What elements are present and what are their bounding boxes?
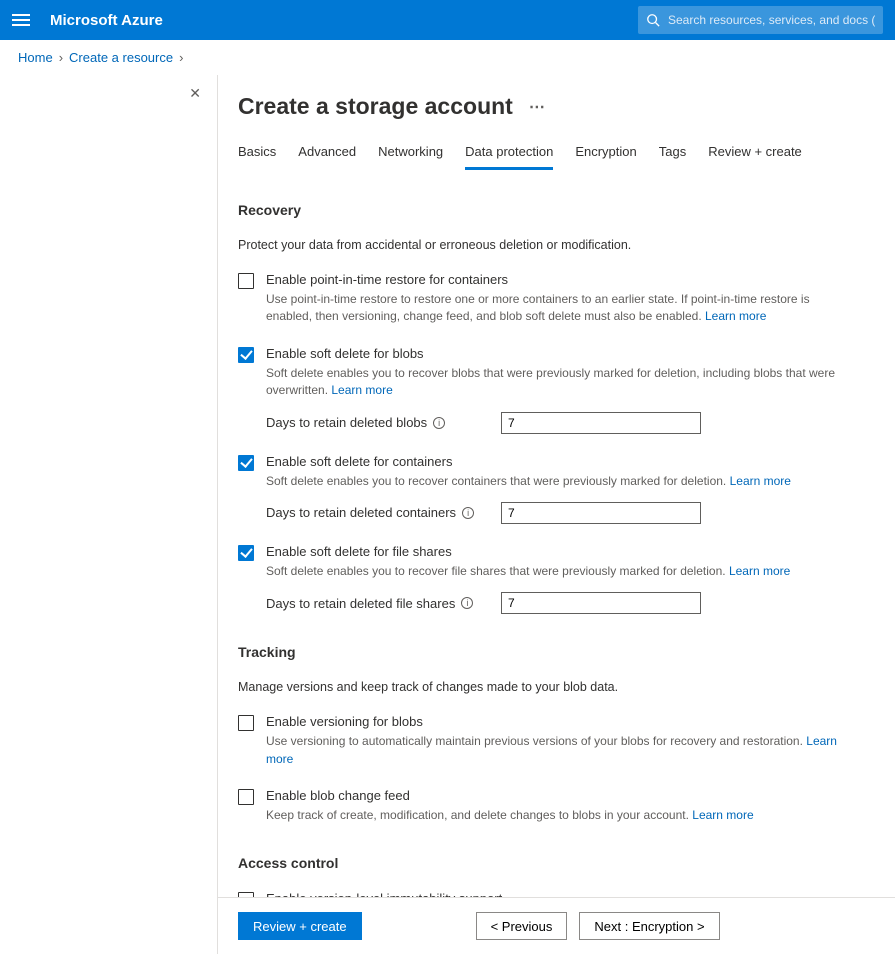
checkbox-versioning[interactable] (238, 715, 254, 731)
desc-versioning: Use versioning to automatically maintain… (266, 733, 858, 768)
breadcrumb-home[interactable]: Home (18, 50, 53, 65)
checkbox-soft-containers[interactable] (238, 455, 254, 471)
input-days-blobs[interactable] (501, 412, 701, 434)
desc-soft-containers-text: Soft delete enables you to recover conta… (266, 474, 726, 488)
label-pitr: Enable point-in-time restore for contain… (266, 272, 858, 287)
breadcrumb: Home › Create a resource › (0, 40, 895, 75)
field-label-blobs: Days to retain deleted blobs i (266, 415, 501, 430)
field-label-files: Days to retain deleted file shares i (266, 596, 501, 611)
tab-review-create[interactable]: Review + create (708, 144, 802, 170)
field-label-containers: Days to retain deleted containers i (266, 505, 501, 520)
label-versioning: Enable versioning for blobs (266, 714, 858, 729)
option-soft-containers: Enable soft delete for containers Soft d… (238, 454, 858, 524)
wizard-footer: Review + create < Previous Next : Encryp… (218, 897, 895, 954)
tab-data-protection[interactable]: Data protection (465, 144, 553, 170)
azure-logo: Microsoft Azure (50, 12, 163, 29)
desc-soft-files-text: Soft delete enables you to recover file … (266, 564, 726, 578)
tab-networking[interactable]: Networking (378, 144, 443, 170)
more-actions-icon[interactable]: ⋯ (529, 97, 547, 117)
info-icon[interactable]: i (433, 417, 445, 429)
learn-more-pitr[interactable]: Learn more (705, 309, 766, 323)
tab-tags[interactable]: Tags (659, 144, 686, 170)
learn-more-changefeed[interactable]: Learn more (692, 808, 753, 822)
section-access-title: Access control (238, 855, 875, 871)
section-recovery-desc: Protect your data from accidental or err… (238, 238, 875, 252)
field-row-files: Days to retain deleted file shares i (266, 592, 858, 614)
page-title: Create a storage account ⋯ (238, 93, 875, 120)
checkbox-soft-files[interactable] (238, 545, 254, 561)
label-soft-files: Enable soft delete for file shares (266, 544, 858, 559)
label-soft-containers: Enable soft delete for containers (266, 454, 858, 469)
chevron-right-icon: › (179, 50, 183, 65)
top-bar: Microsoft Azure (0, 0, 895, 40)
learn-more-soft-files[interactable]: Learn more (729, 564, 790, 578)
chevron-right-icon: › (59, 50, 63, 65)
label-soft-blobs: Enable soft delete for blobs (266, 346, 858, 361)
option-soft-blobs: Enable soft delete for blobs Soft delete… (238, 346, 858, 434)
input-days-containers[interactable] (501, 502, 701, 524)
option-soft-files: Enable soft delete for file shares Soft … (238, 544, 858, 614)
desc-soft-files: Soft delete enables you to recover file … (266, 563, 858, 580)
global-search[interactable] (638, 6, 883, 34)
tab-basics[interactable]: Basics (238, 144, 276, 170)
option-pitr: Enable point-in-time restore for contain… (238, 272, 858, 326)
breadcrumb-create-resource[interactable]: Create a resource (69, 50, 173, 65)
search-input[interactable] (668, 13, 875, 27)
page-title-text: Create a storage account (238, 93, 513, 120)
field-row-blobs: Days to retain deleted blobs i (266, 412, 858, 434)
next-button[interactable]: Next : Encryption > (579, 912, 719, 940)
label-changefeed: Enable blob change feed (266, 788, 858, 803)
learn-more-soft-containers[interactable]: Learn more (730, 474, 791, 488)
desc-changefeed: Keep track of create, modification, and … (266, 807, 858, 824)
desc-soft-blobs: Soft delete enables you to recover blobs… (266, 365, 858, 400)
field-label-blobs-text: Days to retain deleted blobs (266, 415, 427, 430)
section-tracking-title: Tracking (238, 644, 875, 660)
close-icon[interactable]: ✕ (185, 81, 205, 106)
checkbox-pitr[interactable] (238, 273, 254, 289)
search-icon (646, 13, 660, 27)
previous-button[interactable]: < Previous (476, 912, 568, 940)
section-tracking-desc: Manage versions and keep track of change… (238, 680, 875, 694)
tabs: Basics Advanced Networking Data protecti… (238, 144, 875, 170)
info-icon[interactable]: i (462, 507, 474, 519)
field-label-files-text: Days to retain deleted file shares (266, 596, 455, 611)
checkbox-changefeed[interactable] (238, 789, 254, 805)
field-row-containers: Days to retain deleted containers i (266, 502, 858, 524)
info-icon[interactable]: i (461, 597, 473, 609)
learn-more-soft-blobs[interactable]: Learn more (331, 383, 392, 397)
side-panel: ✕ (0, 75, 218, 954)
hamburger-menu-icon[interactable] (12, 11, 30, 29)
section-recovery-title: Recovery (238, 202, 875, 218)
desc-pitr: Use point-in-time restore to restore one… (266, 291, 858, 326)
desc-changefeed-text: Keep track of create, modification, and … (266, 808, 689, 822)
main-content: Create a storage account ⋯ Basics Advanc… (218, 75, 895, 954)
desc-versioning-text: Use versioning to automatically maintain… (266, 734, 803, 748)
review-create-button[interactable]: Review + create (238, 912, 362, 940)
input-days-files[interactable] (501, 592, 701, 614)
tab-advanced[interactable]: Advanced (298, 144, 356, 170)
field-label-containers-text: Days to retain deleted containers (266, 505, 456, 520)
desc-soft-containers: Soft delete enables you to recover conta… (266, 473, 858, 490)
checkbox-soft-blobs[interactable] (238, 347, 254, 363)
option-versioning: Enable versioning for blobs Use versioni… (238, 714, 858, 768)
tab-encryption[interactable]: Encryption (575, 144, 636, 170)
option-changefeed: Enable blob change feed Keep track of cr… (238, 788, 858, 824)
